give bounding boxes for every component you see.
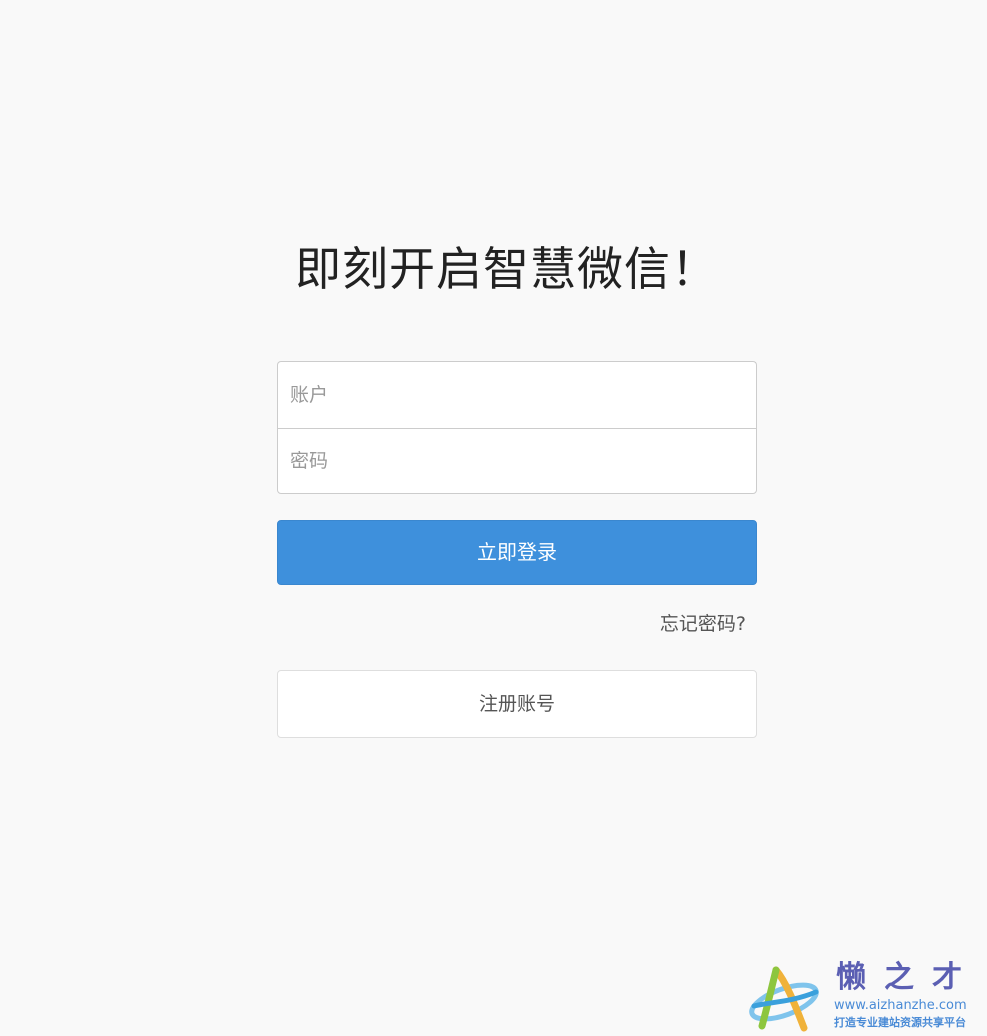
watermark-tagline: 打造专业建站资源共享平台 bbox=[834, 1016, 966, 1029]
account-input[interactable] bbox=[277, 361, 757, 429]
watermark-logo-icon bbox=[749, 966, 819, 1032]
login-button[interactable]: 立即登录 bbox=[277, 520, 757, 585]
site-watermark: 懒之才 www.aizhanzhe.com 打造专业建站资源共享平台 bbox=[746, 960, 982, 1034]
login-form bbox=[277, 361, 757, 494]
forgot-password-link[interactable]: 忘记密码? bbox=[660, 610, 746, 638]
password-input[interactable] bbox=[277, 428, 757, 494]
register-button[interactable]: 注册账号 bbox=[277, 670, 757, 738]
page-title: 即刻开启智慧微信！ bbox=[295, 242, 718, 296]
watermark-title: 懒之才 bbox=[836, 960, 980, 995]
watermark-url: www.aizhanzhe.com bbox=[834, 998, 967, 1013]
